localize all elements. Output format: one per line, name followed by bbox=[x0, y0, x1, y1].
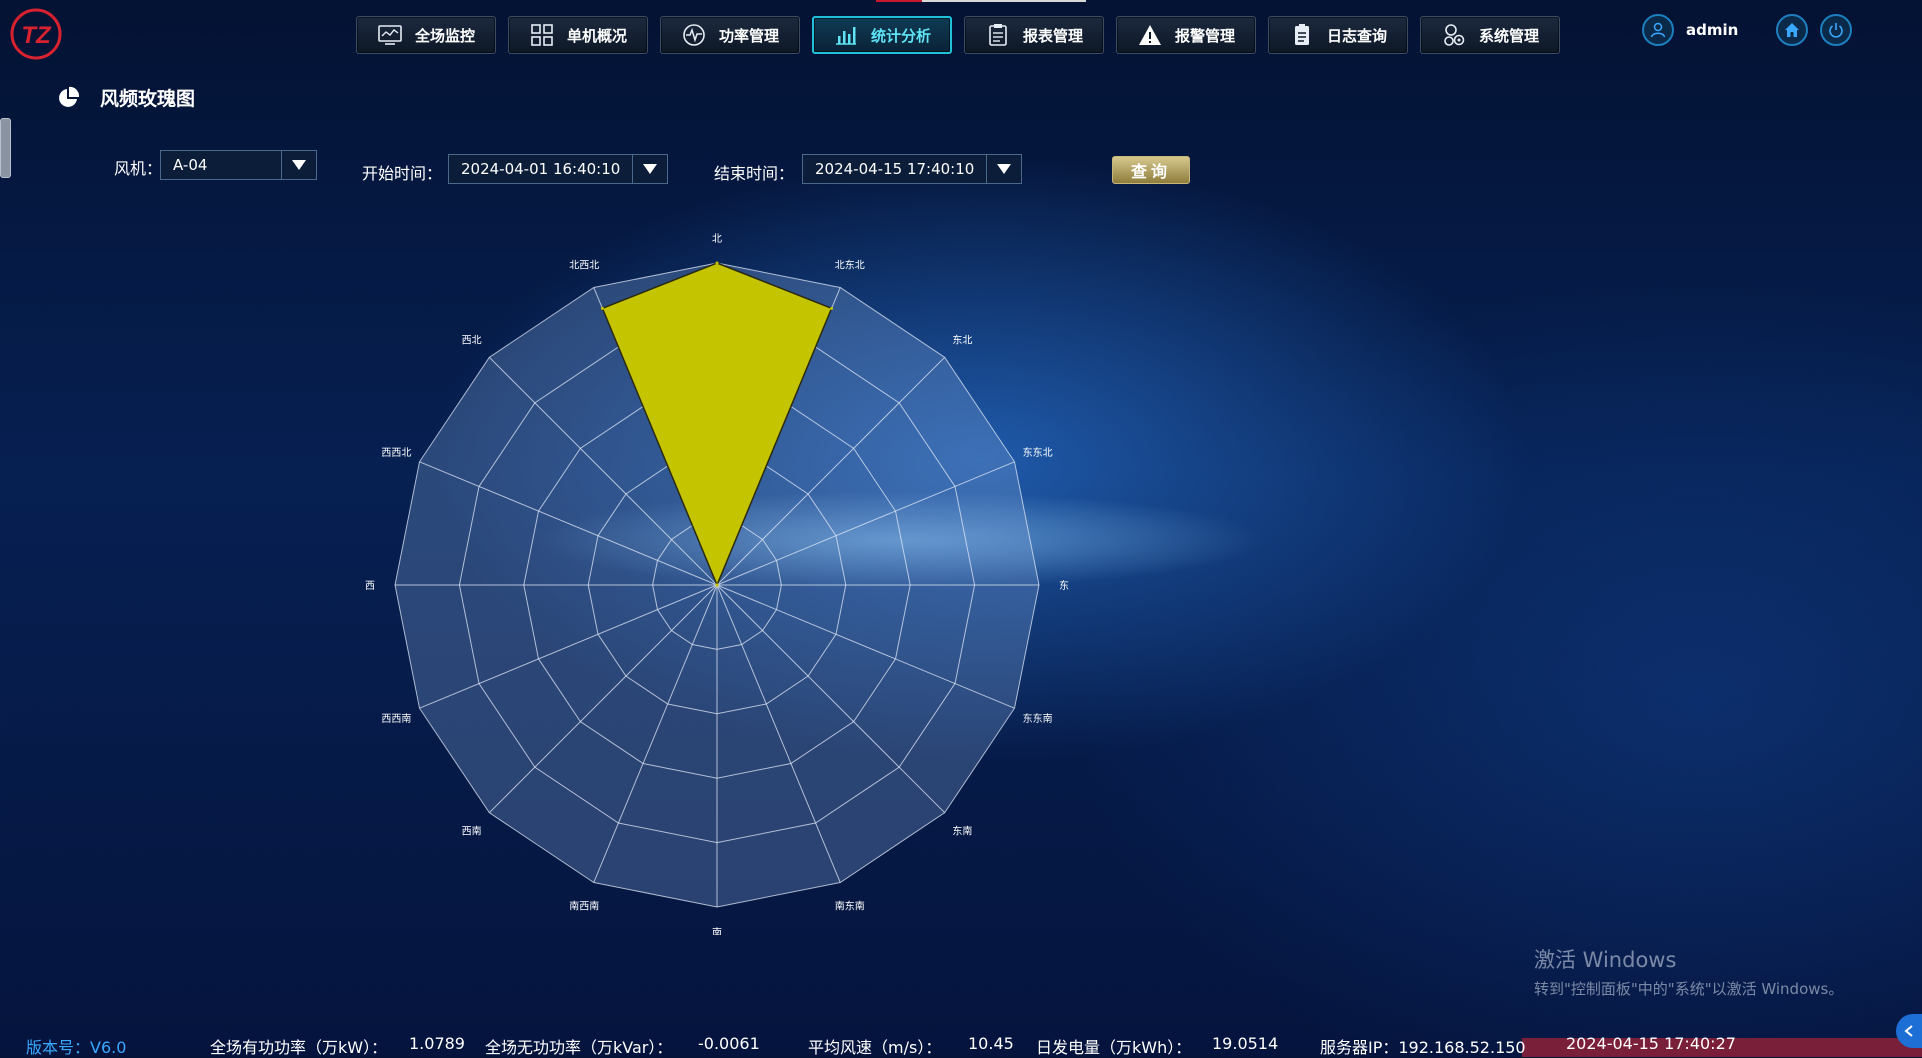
nav-item-power[interactable]: 功率管理 bbox=[660, 16, 800, 54]
power-button[interactable] bbox=[1820, 14, 1853, 46]
nav-item-monitor[interactable]: 全场监控 bbox=[356, 16, 496, 54]
nav-label: 全场监控 bbox=[414, 26, 475, 45]
direction-label: 西西南 bbox=[381, 712, 411, 725]
radar-data-point bbox=[715, 583, 719, 587]
direction-label: 北 bbox=[712, 233, 722, 245]
direction-label: 西西北 bbox=[381, 447, 411, 459]
server-ip: 服务器IP：192.168.52.150 bbox=[1320, 1038, 1526, 1057]
nav-item-overview[interactable]: 单机概况 bbox=[508, 16, 648, 54]
direction-label: 南西南 bbox=[569, 900, 599, 913]
direction-label: 西北 bbox=[462, 335, 482, 347]
warning-icon bbox=[1138, 25, 1161, 45]
top-progress-strip bbox=[876, 0, 1086, 2]
page-title: 风频玫瑰图 bbox=[100, 88, 196, 110]
user-avatar[interactable] bbox=[1642, 14, 1674, 46]
chevron-down-icon[interactable] bbox=[281, 151, 316, 179]
user-area: admin bbox=[1642, 14, 1853, 46]
direction-label: 南东南 bbox=[835, 900, 865, 913]
user-name: admin bbox=[1686, 21, 1739, 39]
energy-label: 日发电量（万kWh）： bbox=[1036, 1038, 1192, 1057]
scroll-handle[interactable] bbox=[0, 118, 11, 178]
nav-item-alarms[interactable]: 报警管理 bbox=[1116, 16, 1256, 54]
status-bar: 版本号：V6.0 全场有功功率（万kW）： 1.0789 全场无功功率（万kVa… bbox=[0, 1030, 1922, 1057]
start-time-picker[interactable]: 2024-04-01 16:40:10 bbox=[448, 154, 668, 184]
reactive-power-label: 全场无功功率（万kVar）： bbox=[485, 1038, 673, 1057]
turbine-select[interactable]: A-04 bbox=[160, 150, 317, 180]
direction-label: 东东南 bbox=[1023, 712, 1053, 725]
windows-activation-watermark: 激活 Windows 转到"控制面板"中的"系统"以激活 Windows。 bbox=[1534, 944, 1843, 999]
nav-label: 统计分析 bbox=[870, 26, 931, 45]
version-text: 版本号：V6.0 bbox=[26, 1038, 127, 1057]
nav-item-statistics[interactable]: 统计分析 bbox=[812, 16, 952, 54]
wind-speed-label: 平均风速（m/s）： bbox=[808, 1038, 942, 1057]
energy-value: 19.0514 bbox=[1212, 1034, 1279, 1053]
chevron-down-icon[interactable] bbox=[632, 155, 667, 183]
nav-label: 日志查询 bbox=[1326, 26, 1387, 45]
nav-label: 功率管理 bbox=[718, 26, 779, 45]
direction-label: 北东北 bbox=[835, 258, 865, 271]
datetime: 2024-04-15 17:40:27 bbox=[1566, 1034, 1736, 1053]
nav-label: 单机概况 bbox=[566, 26, 627, 45]
direction-label: 北西北 bbox=[569, 259, 599, 271]
query-button[interactable]: 查询 bbox=[1112, 156, 1190, 184]
nav-item-system[interactable]: 系统管理 bbox=[1420, 16, 1560, 54]
start-time-value: 2024-04-01 16:40:10 bbox=[461, 160, 621, 178]
direction-label: 西南 bbox=[462, 824, 482, 837]
wind-speed-value: 10.45 bbox=[968, 1034, 1014, 1053]
turbine-value: A-04 bbox=[173, 156, 208, 174]
page-header: 风频玫瑰图 bbox=[56, 84, 195, 111]
pie-chart-icon bbox=[59, 86, 80, 107]
direction-label: 南 bbox=[712, 926, 722, 935]
home-icon bbox=[1785, 23, 1800, 37]
nav-label: 系统管理 bbox=[1478, 26, 1539, 45]
active-power-label: 全场有功功率（万kW）： bbox=[210, 1038, 388, 1057]
direction-label: 西 bbox=[365, 581, 375, 592]
settings-icon bbox=[1444, 24, 1465, 46]
svg-text:TZ: TZ bbox=[21, 22, 52, 49]
watermark-line-1: 激活 Windows bbox=[1534, 948, 1677, 972]
direction-label: 东北 bbox=[952, 334, 972, 347]
end-time-value: 2024-04-15 17:40:10 bbox=[815, 160, 975, 178]
end-time-label: 结束时间： bbox=[714, 164, 795, 183]
reactive-power-value: -0.0061 bbox=[698, 1034, 760, 1053]
direction-label: 东 bbox=[1059, 579, 1069, 592]
grid-icon bbox=[531, 24, 553, 46]
radar-data-point bbox=[600, 306, 604, 310]
chevron-down-icon[interactable] bbox=[986, 155, 1021, 183]
direction-label: 东东北 bbox=[1023, 446, 1053, 459]
turbine-label: 风机： bbox=[114, 159, 163, 178]
nav-item-reports[interactable]: 报表管理 bbox=[964, 16, 1104, 54]
power-icon bbox=[1829, 23, 1844, 38]
tz-logo: TZ bbox=[10, 8, 62, 60]
user-icon bbox=[1650, 22, 1666, 38]
nav-item-logs[interactable]: 日志查询 bbox=[1268, 16, 1408, 54]
bar-chart-icon bbox=[835, 27, 856, 45]
nav-label: 报表管理 bbox=[1022, 26, 1083, 45]
end-time-picker[interactable]: 2024-04-15 17:40:10 bbox=[802, 154, 1022, 184]
monitor-icon bbox=[378, 25, 402, 45]
clipboard-icon bbox=[989, 24, 1007, 46]
direction-label: 东南 bbox=[952, 824, 972, 837]
chevron-left-icon bbox=[1904, 1025, 1913, 1037]
nav-label: 报警管理 bbox=[1174, 26, 1235, 45]
start-time-label: 开始时间： bbox=[362, 164, 443, 183]
log-icon bbox=[1294, 24, 1309, 45]
watermark-line-2: 转到"控制面板"中的"系统"以激活 Windows。 bbox=[1534, 980, 1844, 998]
active-power-value: 1.0789 bbox=[409, 1034, 465, 1053]
radar-data-point bbox=[715, 261, 719, 265]
side-panel-toggle[interactable] bbox=[1896, 1014, 1922, 1048]
radar-data-point bbox=[830, 306, 834, 310]
wind-rose-chart: 北北东北东北东东北东东东南东南南东南南 南西南 西南 西西南 西 西西北 西北 北西北 bbox=[365, 233, 1069, 935]
pulse-icon bbox=[683, 24, 705, 46]
home-button[interactable] bbox=[1776, 14, 1809, 46]
